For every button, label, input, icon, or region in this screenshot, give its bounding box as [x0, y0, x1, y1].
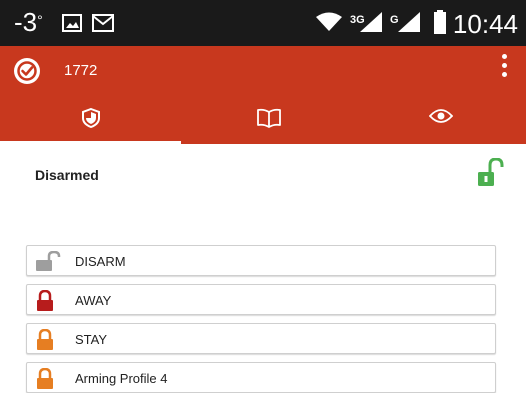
profile-stay[interactable]: STAY — [26, 323, 496, 354]
profile-away[interactable]: AWAY — [26, 284, 496, 315]
status-bar: -3° 3G G 10:44 — [0, 0, 526, 46]
overflow-menu-icon[interactable] — [500, 54, 508, 80]
temperature-readout: -3° — [14, 7, 43, 37]
tab-security[interactable] — [0, 98, 181, 144]
lock-icon — [37, 329, 53, 350]
check-circle-icon[interactable] — [14, 58, 40, 84]
image-notification-icon — [62, 14, 82, 32]
arming-status: Disarmed — [0, 144, 526, 204]
profile-label: Arming Profile 4 — [75, 371, 168, 386]
signal-icon-2 — [398, 12, 420, 32]
lock-icon — [37, 290, 53, 311]
profile-arming-4[interactable]: Arming Profile 4 — [26, 362, 496, 393]
battery-icon — [434, 10, 446, 34]
mail-notification-icon — [92, 14, 114, 32]
tab-view[interactable] — [356, 98, 526, 144]
profile-label: AWAY — [75, 293, 112, 308]
clock: 10:44 — [452, 9, 518, 39]
book-icon — [256, 108, 281, 128]
unlocked-icon — [478, 158, 504, 186]
profile-label: STAY — [75, 332, 108, 347]
profile-label: DISARM — [75, 254, 126, 269]
shield-icon — [81, 108, 100, 128]
signal-icon — [360, 12, 382, 32]
eye-icon — [429, 109, 453, 123]
app-bar: 1772 — [0, 46, 526, 144]
unlocked-icon — [36, 251, 61, 271]
tab-log[interactable] — [181, 98, 356, 144]
profile-disarm[interactable]: DISARM — [26, 245, 496, 276]
arming-status-label: Disarmed — [35, 167, 99, 183]
wifi-icon — [316, 12, 342, 31]
panel-title: 1772 — [64, 62, 98, 79]
lock-icon — [37, 368, 53, 389]
